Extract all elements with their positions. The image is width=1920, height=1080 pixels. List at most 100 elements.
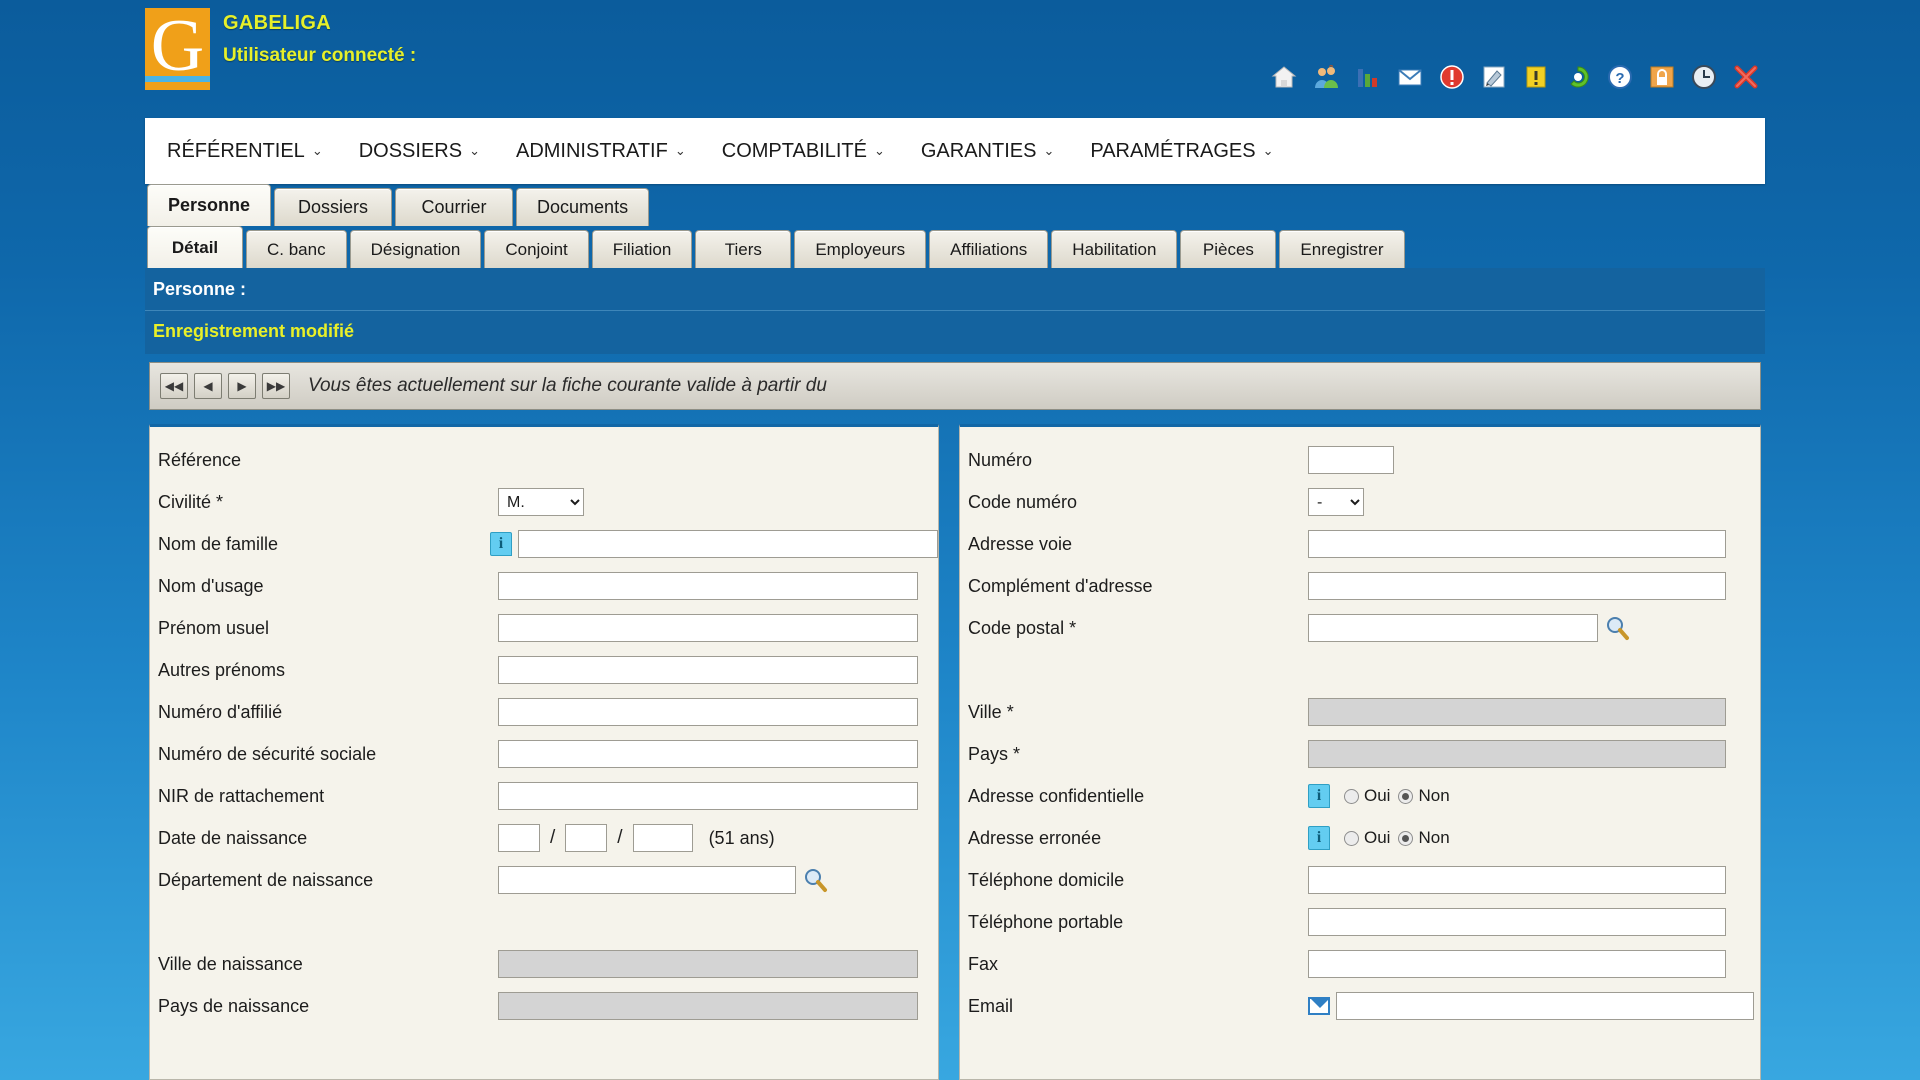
menu-label: COMPTABILITÉ [721, 139, 867, 162]
nom-d-usage-input[interactable] [498, 572, 918, 600]
clock-icon[interactable] [1691, 64, 1717, 90]
departement-de-naissance-input[interactable] [498, 866, 796, 894]
logo-strip [145, 76, 210, 82]
menu-item-garanties[interactable]: GARANTIES ⌄ [921, 140, 1054, 163]
mail-icon[interactable] [1308, 997, 1330, 1015]
mail-icon[interactable] [1397, 64, 1423, 90]
tab-personne[interactable]: Personne [147, 184, 272, 226]
radio-button[interactable] [1344, 788, 1359, 804]
warning-icon[interactable] [1523, 64, 1549, 90]
app-header: G GABELIGA Utilisateur connecté : ? [145, 0, 1765, 118]
first-record-button[interactable]: ◀◀ [160, 373, 188, 399]
tab-habilitation[interactable]: Habilitation [1051, 230, 1178, 268]
autres-prenoms-input[interactable] [498, 656, 918, 684]
numero-d-affilie-input[interactable] [498, 698, 918, 726]
birth-year-input[interactable] [632, 824, 693, 852]
tab-employeurs[interactable]: Employeurs [794, 230, 927, 268]
menu-item-dossiers[interactable]: DOSSIERS ⌄ [359, 140, 480, 163]
status-message: Enregistrement modifié [153, 321, 355, 341]
svg-text:?: ? [1615, 70, 1624, 87]
field-numero-securite-sociale: Numéro de sécurité sociale [150, 733, 938, 775]
birth-day-input[interactable] [498, 824, 540, 852]
radio-option-oui[interactable]: Oui [1344, 786, 1390, 806]
civilite-select[interactable]: M. [498, 488, 584, 516]
field-label: Numéro de sécurité sociale [158, 743, 377, 764]
previous-record-button[interactable]: ◀ [194, 373, 222, 399]
code-numero-select[interactable]: - [1308, 488, 1364, 516]
refresh-icon[interactable] [1565, 64, 1591, 90]
chevron-down-icon: ⌄ [1043, 143, 1055, 158]
prenom-usuel-input[interactable] [498, 614, 918, 642]
home-icon[interactable] [1271, 64, 1297, 90]
chevron-down-icon: ⌄ [469, 143, 480, 158]
chevron-down-icon: ⌄ [873, 143, 885, 158]
code-postal-input[interactable] [1308, 614, 1598, 642]
connected-user-label: Utilisateur connecté : [223, 45, 417, 66]
birth-month-input[interactable] [565, 824, 608, 852]
next-record-button[interactable]: ▶ [228, 373, 256, 399]
complement-d-adresse-input[interactable] [1308, 572, 1726, 600]
info-icon[interactable]: i [1308, 826, 1330, 850]
radio-option-non[interactable]: Non [1398, 786, 1450, 806]
tab-courrier[interactable]: Courrier [395, 188, 514, 226]
tab-designation[interactable]: Désignation [349, 230, 482, 268]
radio-button[interactable] [1344, 830, 1359, 846]
menu-item-administratif[interactable]: ADMINISTRATIF ⌄ [516, 140, 686, 163]
radio-option-oui[interactable]: Oui [1344, 828, 1390, 848]
telephone-portable-input[interactable] [1308, 908, 1726, 936]
email-input[interactable] [1336, 992, 1754, 1020]
personne-label: Personne : [153, 279, 247, 299]
chevron-down-icon: ⌄ [1262, 143, 1274, 158]
tab-dossiers[interactable]: Dossiers [274, 188, 393, 226]
numero-securite-sociale-input[interactable] [498, 740, 918, 768]
menu-item-referentiel[interactable]: RÉFÉRENTIEL ⌄ [167, 140, 323, 163]
search-icon[interactable] [802, 867, 828, 893]
tab-conjoint[interactable]: Conjoint [484, 230, 589, 268]
right-panel-spacer [960, 649, 1760, 691]
numero-input[interactable] [1308, 446, 1394, 474]
tab-detail[interactable]: Détail [147, 226, 243, 268]
telephone-domicile-input[interactable] [1308, 866, 1726, 894]
radio-button-selected[interactable] [1398, 830, 1414, 846]
menu-label: PARAMÉTRAGES [1090, 139, 1256, 162]
adresse-confidentielle-radio-group: Oui Non [1344, 786, 1450, 806]
menu-item-comptabilite[interactable]: COMPTABILITÉ ⌄ [722, 140, 885, 163]
field-label: Autres prénoms [158, 659, 286, 680]
tab-filiation[interactable]: Filiation [591, 230, 693, 268]
primary-tab-row: Personne Dossiers Courrier Documents [145, 184, 1765, 226]
radio-option-non[interactable]: Non [1398, 828, 1450, 848]
field-ville-de-naissance: Ville de naissance [150, 943, 938, 985]
fax-input[interactable] [1308, 950, 1726, 978]
tab-enregistrer[interactable]: Enregistrer [1279, 230, 1405, 268]
info-icon[interactable]: i [1308, 784, 1330, 808]
close-icon[interactable] [1733, 64, 1759, 90]
tab-documents[interactable]: Documents [516, 188, 650, 226]
tab-pieces[interactable]: Pièces [1180, 230, 1277, 268]
users-icon[interactable] [1313, 64, 1339, 90]
address-panel: Numéro Code numéro - Adresse voie Complé… [959, 424, 1761, 1080]
tab-c-banc[interactable]: C. banc [246, 230, 347, 268]
tab-tiers[interactable]: Tiers [695, 230, 792, 268]
search-icon[interactable] [1604, 615, 1630, 641]
nir-de-rattachement-input[interactable] [498, 782, 918, 810]
tab-affiliations[interactable]: Affiliations [929, 230, 1049, 268]
menu-item-parametrages[interactable]: PARAMÉTRAGES ⌄ [1090, 140, 1273, 163]
lock-icon[interactable] [1649, 64, 1675, 90]
error-icon[interactable] [1439, 64, 1465, 90]
chevron-down-icon: ⌄ [674, 143, 686, 158]
field-pays-de-naissance: Pays de naissance [150, 985, 938, 1027]
help-icon[interactable]: ? [1607, 64, 1633, 90]
main-menu-bar: RÉFÉRENTIEL ⌄ DOSSIERS ⌄ ADMINISTRATIF ⌄… [145, 118, 1765, 184]
field-adresse-voie: Adresse voie [960, 523, 1760, 565]
field-label: Département de naissance [158, 869, 374, 890]
adresse-voie-input[interactable] [1308, 530, 1726, 558]
chart-icon[interactable] [1355, 64, 1381, 90]
field-numero: Numéro [960, 439, 1760, 481]
date-separator: / [617, 827, 623, 848]
last-record-button[interactable]: ▶▶ [262, 373, 290, 399]
edit-note-icon[interactable] [1481, 64, 1507, 90]
info-icon[interactable]: i [490, 532, 512, 556]
field-label: Prénom usuel [158, 617, 270, 638]
nom-de-famille-input[interactable] [518, 530, 938, 558]
radio-button-selected[interactable] [1398, 788, 1414, 804]
